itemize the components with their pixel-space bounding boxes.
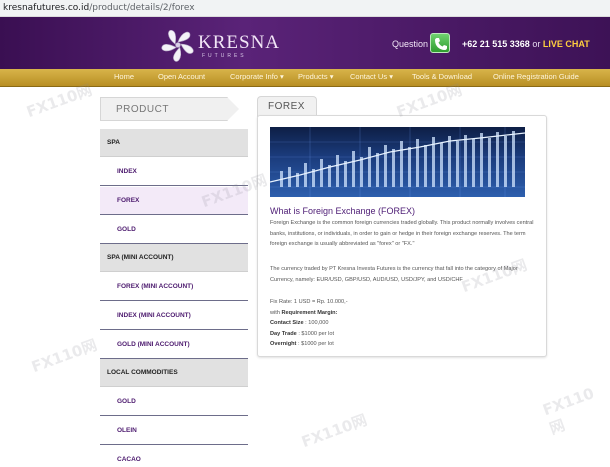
- menu-head-label: SPA (MINI ACCOUNT): [107, 254, 174, 261]
- menu-item-label: INDEX (MINI ACCOUNT): [117, 312, 191, 319]
- menu-item-label: INDEX: [117, 168, 137, 175]
- menu-item-label: CACAO: [117, 456, 141, 463]
- nav-contact-us[interactable]: Contact Us ▾: [350, 72, 393, 81]
- spec-day-trade: Day Trade : $1000 per lot: [270, 329, 540, 340]
- text-line: banks, institutions, or individuals, in …: [270, 230, 526, 237]
- menu-item-cacao[interactable]: CACAO: [100, 446, 248, 467]
- menu-item-index-mini[interactable]: INDEX (MINI ACCOUNT): [100, 302, 248, 330]
- arrow-right-icon: [227, 97, 239, 121]
- url-host: kresnafutures.co.id: [3, 3, 90, 13]
- nav-registration-guide[interactable]: Online Registration Guide: [493, 72, 579, 81]
- text-line: The currency traded by PT Kresna Investa…: [270, 266, 518, 272]
- text-line: Currency, namely: EUR/USD, GBP/USD, AUD/…: [270, 276, 463, 283]
- menu-head-local-commodities[interactable]: LOCAL COMMODITIES: [100, 359, 248, 387]
- menu-item-label: GOLD: [117, 398, 136, 405]
- menu-head-spa-mini[interactable]: SPA (MINI ACCOUNT): [100, 244, 248, 272]
- margin-specs: Fix Rate: 1 USD = Rp. 10.000,- with Requ…: [270, 297, 540, 350]
- with-label: with: [270, 309, 280, 316]
- spec-value: : $1000 per lot: [298, 330, 335, 337]
- forex-banner-image: [270, 127, 525, 197]
- requirement-margin-label: Requirement Margin:: [281, 309, 338, 316]
- site-header: KRESNA FUTURES Question ? +62 21 515 336…: [0, 17, 610, 69]
- flower-logo-icon: [161, 30, 194, 62]
- nav-tools-download[interactable]: Tools & Download: [412, 72, 472, 81]
- nav-open-account[interactable]: Open Account: [158, 72, 205, 81]
- spec-value: : 100,000: [305, 320, 329, 327]
- nav-products-label: Products: [298, 72, 328, 81]
- text-line: Foreign Exchange is the common foreign c…: [270, 220, 534, 226]
- brand-name: KRESNA: [198, 32, 281, 53]
- url-path: /product/details/2/forex: [89, 3, 195, 13]
- menu-item-label: OLEIN: [117, 427, 137, 434]
- nav-contact-us-label: Contact Us: [350, 72, 388, 81]
- chevron-down-icon: ▾: [389, 72, 393, 81]
- contact-line: +62 21 515 3368 or LIVE CHAT: [462, 39, 590, 49]
- spec-label: Day Trade: [270, 330, 297, 337]
- menu-item-forex-mini[interactable]: FOREX (MINI ACCOUNT): [100, 273, 248, 301]
- product-section-title: PRODUCT: [100, 97, 239, 121]
- watermark: FX110网: [540, 384, 597, 438]
- content-heading: What is Foreign Exchange (FOREX): [270, 206, 416, 216]
- main-nav: Home Open Account Corporate Info ▾ Produ…: [0, 69, 610, 87]
- live-chat-link[interactable]: LIVE CHAT: [543, 39, 590, 49]
- currency-description: The currency traded by PT Kresna Investa…: [270, 264, 540, 285]
- spec-label: Overnight: [270, 341, 297, 348]
- chevron-down-icon: ▾: [329, 72, 334, 81]
- nav-corporate-info[interactable]: Corporate Info ▾: [230, 72, 284, 81]
- spec-contact-size: Contact Size : 100,000: [270, 318, 540, 329]
- spec-label: Contact Size: [270, 320, 304, 327]
- menu-item-gold-local[interactable]: GOLD: [100, 388, 248, 416]
- or-text: or: [532, 39, 541, 49]
- menu-item-index[interactable]: INDEX: [100, 158, 248, 186]
- menu-item-olein[interactable]: OLEIN: [100, 417, 248, 445]
- menu-head-spa[interactable]: SPA: [100, 129, 248, 157]
- address-bar[interactable]: kresnafutures.co.id/product/details/2/fo…: [0, 0, 610, 17]
- text-line: foreign exchange is usually abbreviated …: [270, 241, 415, 248]
- watermark: FX110网: [29, 335, 100, 377]
- nav-products[interactable]: Products ▾: [298, 72, 333, 81]
- phone-icon[interactable]: [430, 33, 450, 53]
- forex-description: Foreign Exchange is the common foreign c…: [270, 218, 540, 250]
- spec-overnight: Overnight : $1000 per lot: [270, 339, 540, 350]
- content-tab-label: FOREX: [268, 101, 305, 112]
- menu-head-label: SPA: [107, 139, 120, 146]
- menu-item-forex[interactable]: FOREX: [100, 187, 248, 215]
- question-label: Question ?: [392, 39, 436, 49]
- content-tab-forex: FOREX: [257, 96, 317, 117]
- spec-value: : $1000 per lot: [297, 341, 334, 348]
- chevron-down-icon: ▾: [280, 72, 284, 81]
- fix-rate: Fix Rate: 1 USD = Rp. 10.000,-: [270, 299, 348, 305]
- watermark: FX110网: [299, 410, 370, 452]
- phone-number: +62 21 515 3368: [462, 39, 530, 49]
- content-panel: What is Foreign Exchange (FOREX) Foreign…: [257, 115, 547, 357]
- product-title: PRODUCT: [116, 104, 169, 115]
- menu-item-label: FOREX: [117, 197, 140, 204]
- menu-item-gold[interactable]: GOLD: [100, 216, 248, 244]
- kresna-logo[interactable]: KRESNA FUTURES: [158, 27, 279, 63]
- nav-home[interactable]: Home: [114, 72, 134, 81]
- menu-item-label: GOLD (MINI ACCOUNT): [117, 341, 190, 348]
- requirement-margin-line: with Requirement Margin:: [270, 308, 540, 319]
- menu-item-gold-mini[interactable]: GOLD (MINI ACCOUNT): [100, 331, 248, 359]
- menu-head-label: LOCAL COMMODITIES: [107, 369, 178, 376]
- menu-item-label: FOREX (MINI ACCOUNT): [117, 283, 194, 290]
- menu-item-label: GOLD: [117, 226, 136, 233]
- brand-subtitle: FUTURES: [202, 53, 247, 59]
- nav-corporate-info-label: Corporate Info: [230, 72, 278, 81]
